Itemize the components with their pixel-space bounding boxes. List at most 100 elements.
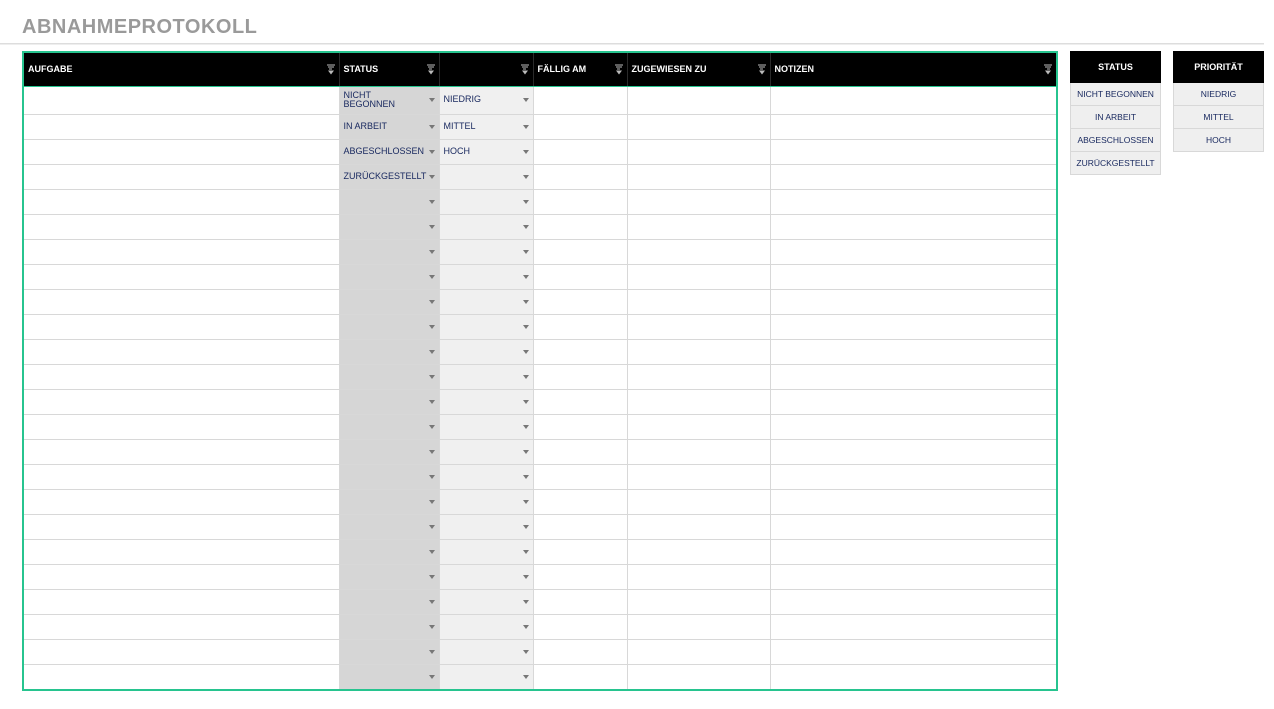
cell-priority[interactable] [439, 390, 533, 415]
chevron-down-icon[interactable] [429, 200, 435, 204]
cell-priority[interactable] [439, 415, 533, 440]
due-input[interactable] [534, 265, 627, 289]
cell-due[interactable] [533, 115, 627, 140]
cell-task[interactable] [23, 315, 339, 340]
cell-task[interactable] [23, 615, 339, 640]
cell-notes[interactable] [770, 290, 1057, 315]
chevron-down-icon[interactable] [429, 225, 435, 229]
chevron-down-icon[interactable] [429, 275, 435, 279]
notes-input[interactable] [771, 465, 1057, 489]
cell-task[interactable] [23, 490, 339, 515]
cell-assigned[interactable] [627, 515, 770, 540]
chevron-down-icon[interactable] [523, 200, 529, 204]
notes-input[interactable] [771, 415, 1057, 439]
task-input[interactable] [24, 490, 339, 514]
filter-icon[interactable] [1044, 64, 1052, 75]
cell-task[interactable] [23, 290, 339, 315]
chevron-down-icon[interactable] [523, 275, 529, 279]
cell-status[interactable] [339, 340, 439, 365]
notes-input[interactable] [771, 515, 1057, 539]
chevron-down-icon[interactable] [429, 300, 435, 304]
cell-status[interactable] [339, 615, 439, 640]
cell-priority[interactable] [439, 315, 533, 340]
filter-icon[interactable] [521, 64, 529, 75]
cell-due[interactable] [533, 340, 627, 365]
due-input[interactable] [534, 340, 627, 364]
due-input[interactable] [534, 640, 627, 664]
due-input[interactable] [534, 590, 627, 614]
cell-assigned[interactable] [627, 590, 770, 615]
task-input[interactable] [24, 265, 339, 289]
cell-due[interactable] [533, 465, 627, 490]
cell-status[interactable] [339, 290, 439, 315]
cell-assigned[interactable] [627, 665, 770, 690]
chevron-down-icon[interactable] [429, 675, 435, 679]
chevron-down-icon[interactable] [523, 675, 529, 679]
notes-input[interactable] [771, 440, 1057, 464]
due-input[interactable] [534, 515, 627, 539]
cell-status[interactable] [339, 215, 439, 240]
cell-priority[interactable] [439, 190, 533, 215]
notes-input[interactable] [771, 540, 1057, 564]
cell-status[interactable]: IN ARBEIT [339, 115, 439, 140]
assigned-input[interactable] [628, 165, 770, 189]
assigned-input[interactable] [628, 490, 770, 514]
cell-priority[interactable] [439, 290, 533, 315]
cell-notes[interactable] [770, 440, 1057, 465]
cell-due[interactable] [533, 190, 627, 215]
cell-status[interactable] [339, 315, 439, 340]
chevron-down-icon[interactable] [429, 325, 435, 329]
due-input[interactable] [534, 390, 627, 414]
cell-status[interactable] [339, 565, 439, 590]
cell-priority[interactable]: NIEDRIG [439, 86, 533, 115]
cell-due[interactable] [533, 140, 627, 165]
assigned-input[interactable] [628, 390, 770, 414]
chevron-down-icon[interactable] [429, 625, 435, 629]
cell-priority[interactable] [439, 590, 533, 615]
chevron-down-icon[interactable] [523, 325, 529, 329]
cell-notes[interactable] [770, 215, 1057, 240]
chevron-down-icon[interactable] [429, 125, 435, 129]
chevron-down-icon[interactable] [523, 350, 529, 354]
cell-notes[interactable] [770, 190, 1057, 215]
cell-notes[interactable] [770, 240, 1057, 265]
due-input[interactable] [534, 240, 627, 264]
col-header-prio[interactable] [439, 52, 533, 86]
cell-assigned[interactable] [627, 340, 770, 365]
cell-status[interactable] [339, 415, 439, 440]
cell-assigned[interactable] [627, 415, 770, 440]
chevron-down-icon[interactable] [523, 400, 529, 404]
cell-assigned[interactable] [627, 290, 770, 315]
cell-assigned[interactable] [627, 615, 770, 640]
due-input[interactable] [534, 490, 627, 514]
cell-priority[interactable] [439, 340, 533, 365]
cell-due[interactable] [533, 315, 627, 340]
cell-due[interactable] [533, 615, 627, 640]
assigned-input[interactable] [628, 87, 770, 115]
cell-due[interactable] [533, 665, 627, 690]
cell-notes[interactable] [770, 415, 1057, 440]
chevron-down-icon[interactable] [523, 98, 529, 102]
assigned-input[interactable] [628, 115, 770, 139]
cell-due[interactable] [533, 415, 627, 440]
filter-icon[interactable] [615, 64, 623, 75]
cell-task[interactable] [23, 515, 339, 540]
chevron-down-icon[interactable] [523, 600, 529, 604]
cell-assigned[interactable] [627, 390, 770, 415]
cell-notes[interactable] [770, 165, 1057, 190]
cell-priority[interactable] [439, 540, 533, 565]
cell-task[interactable] [23, 465, 339, 490]
cell-task[interactable] [23, 140, 339, 165]
cell-notes[interactable] [770, 265, 1057, 290]
cell-priority[interactable] [439, 265, 533, 290]
task-input[interactable] [24, 440, 339, 464]
cell-notes[interactable] [770, 540, 1057, 565]
chevron-down-icon[interactable] [429, 350, 435, 354]
cell-task[interactable] [23, 190, 339, 215]
cell-assigned[interactable] [627, 165, 770, 190]
cell-assigned[interactable] [627, 465, 770, 490]
assigned-input[interactable] [628, 615, 770, 639]
cell-assigned[interactable] [627, 540, 770, 565]
chevron-down-icon[interactable] [523, 125, 529, 129]
chevron-down-icon[interactable] [429, 400, 435, 404]
